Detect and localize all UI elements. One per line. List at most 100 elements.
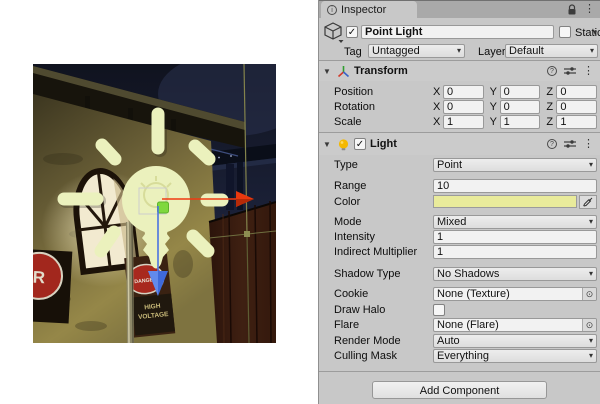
cookie-row: Cookie None (Texture) ⊙: [319, 287, 600, 301]
axis-y-label: Y: [490, 116, 500, 128]
light-title: Light: [370, 138, 397, 150]
active-checkbox[interactable]: ✓: [346, 26, 358, 38]
dropdown-arrow-icon: ▾: [589, 335, 593, 347]
r-sign: R: [33, 249, 72, 324]
eyedropper-icon: [583, 197, 593, 207]
check-icon: ✓: [356, 139, 364, 150]
scene-view[interactable]: R DANGER HIGH VOLTAGE: [33, 64, 276, 343]
dropdown-arrow-icon: ▾: [457, 45, 461, 57]
transform-icon: [337, 65, 350, 78]
draw-halo-row: Draw Halo: [319, 303, 600, 316]
scale-z-field[interactable]: 1: [556, 115, 597, 129]
tab-strip: i Inspector ⋮: [319, 0, 600, 18]
indirect-multiplier-field[interactable]: 1: [433, 245, 597, 259]
position-x-field[interactable]: 0: [443, 85, 484, 99]
position-row: Position X 0 Y 0 Z 0: [319, 84, 600, 99]
type-dropdown[interactable]: Point ▾: [433, 158, 597, 172]
shadow-type-row: Shadow Type No Shadows ▾: [319, 266, 600, 281]
position-y-field[interactable]: 0: [500, 85, 541, 99]
dropdown-arrow-icon: ▾: [589, 159, 593, 171]
transform-body: Position X 0 Y 0 Z 0 Rotation X 0 Y 0 Z: [319, 81, 600, 132]
help-icon[interactable]: ?: [547, 139, 557, 149]
help-icon[interactable]: ?: [547, 66, 557, 76]
mode-dropdown[interactable]: Mixed ▾: [433, 215, 597, 229]
render-mode-row: Render Mode Auto ▾: [319, 334, 600, 348]
position-z-field[interactable]: 0: [556, 85, 597, 99]
tab-label: Inspector: [341, 4, 386, 16]
intensity-row: Intensity 1: [319, 230, 600, 244]
static-dropdown-arrow-icon[interactable]: ▾: [593, 28, 597, 37]
scale-row: Scale X 1 Y 1 Z 1: [319, 114, 600, 129]
flare-row: Flare None (Flare) ⊙: [319, 318, 600, 332]
rotation-x-field[interactable]: 0: [443, 100, 484, 114]
layer-dropdown[interactable]: Default ▾: [505, 44, 598, 58]
static-checkbox[interactable]: [559, 26, 571, 38]
axis-x-label: X: [433, 116, 443, 128]
dropdown-arrow-icon: ▾: [589, 216, 593, 228]
color-row: Color: [319, 194, 600, 209]
gameobject-name-field[interactable]: Point Light: [361, 25, 554, 39]
scene-render: R DANGER HIGH VOLTAGE: [33, 64, 276, 343]
rotation-z-field[interactable]: 0: [556, 100, 597, 114]
dropdown-arrow-icon: ▾: [589, 268, 593, 280]
layer-label: Layer: [478, 46, 506, 58]
culling-mask-row: Culling Mask Everything ▾: [319, 349, 600, 363]
range-field[interactable]: 10: [433, 179, 597, 193]
scale-y-field[interactable]: 1: [500, 115, 541, 129]
transform-header[interactable]: ▼ Transform ? ⋮: [319, 61, 600, 81]
culling-mask-dropdown[interactable]: Everything ▾: [433, 349, 597, 363]
color-swatch[interactable]: [433, 195, 577, 208]
flare-object-field[interactable]: None (Flare) ⊙: [433, 318, 597, 332]
foldout-arrow-icon[interactable]: ▼: [323, 67, 333, 76]
icon-picker-arrow: [339, 40, 344, 43]
light-header[interactable]: ▼ ✓ Light ? ⋮: [319, 132, 600, 155]
eyedropper-button[interactable]: [579, 195, 597, 209]
gameobject-cube-icon[interactable]: [322, 21, 344, 44]
object-picker-icon[interactable]: ⊙: [582, 288, 596, 300]
rotation-row: Rotation X 0 Y 0 Z 0: [319, 99, 600, 114]
intensity-field[interactable]: 1: [433, 230, 597, 244]
gameobject-header: ✓ Point Light Static ▾ Tag Untagged ▾ La…: [319, 18, 600, 61]
wood-wall: [209, 201, 276, 343]
info-icon: i: [327, 5, 337, 15]
shadow-type-dropdown[interactable]: No Shadows ▾: [433, 267, 597, 281]
mode-row: Mode Mixed ▾: [319, 214, 600, 229]
r-sign-letter: R: [33, 268, 46, 288]
cookie-object-field[interactable]: None (Texture) ⊙: [433, 287, 597, 301]
foldout-arrow-icon[interactable]: ▼: [323, 140, 333, 149]
rotation-y-field[interactable]: 0: [500, 100, 541, 114]
lock-icon[interactable]: [567, 4, 577, 16]
dropdown-arrow-icon: ▾: [590, 45, 594, 57]
light-body: Type Point ▾ Range 10 Color: [319, 157, 600, 371]
move-handle[interactable]: [158, 202, 169, 213]
presets-icon[interactable]: [564, 66, 576, 76]
object-picker-icon[interactable]: ⊙: [582, 319, 596, 331]
render-mode-dropdown[interactable]: Auto ▾: [433, 334, 597, 348]
axis-y-label: Y: [490, 101, 500, 113]
inspector-footer: Add Component: [319, 381, 600, 404]
indirect-multiplier-row: Indirect Multiplier 1: [319, 245, 600, 259]
axis-y-label: Y: [490, 86, 500, 98]
metal-pole: [126, 222, 134, 343]
check-icon: ✓: [348, 27, 356, 38]
tag-dropdown[interactable]: Untagged ▾: [368, 44, 465, 58]
axis-z-label: Z: [546, 101, 556, 113]
transform-title: Transform: [354, 65, 408, 77]
axis-x-label: X: [433, 101, 443, 113]
add-component-button[interactable]: Add Component: [372, 381, 547, 399]
scale-x-field[interactable]: 1: [443, 115, 484, 129]
light-enabled-checkbox[interactable]: ✓: [354, 138, 366, 150]
tab-inspector[interactable]: i Inspector: [321, 1, 417, 18]
range-row: Range 10: [319, 179, 600, 193]
light-icon: [337, 138, 350, 151]
tag-label: Tag: [344, 46, 362, 58]
draw-halo-checkbox[interactable]: [433, 304, 445, 316]
component-menu-icon[interactable]: ⋮: [583, 139, 594, 150]
panel-menu-icon[interactable]: ⋮: [584, 4, 595, 15]
dropdown-arrow-icon: ▾: [589, 350, 593, 362]
component-menu-icon[interactable]: ⋮: [583, 66, 594, 77]
divider: [319, 371, 600, 372]
unity-editor: R DANGER HIGH VOLTAGE: [0, 0, 600, 404]
inspector-panel: i Inspector ⋮ ✓ Point: [318, 0, 600, 404]
presets-icon[interactable]: [564, 139, 576, 149]
